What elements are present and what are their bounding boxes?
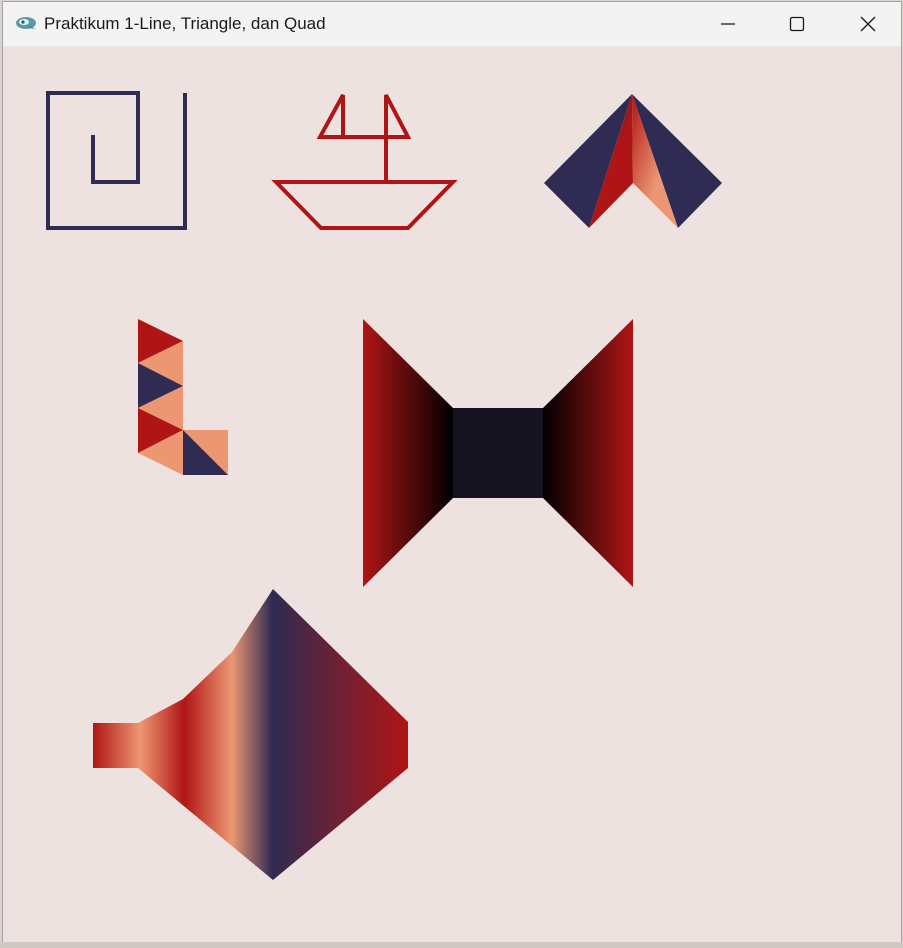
arrow-triangles [544, 94, 722, 228]
close-icon [860, 16, 876, 32]
title-bar[interactable]: Praktikum 1-Line, Triangle, dan Quad [3, 2, 901, 47]
maximize-button[interactable] [764, 2, 830, 46]
minimize-button[interactable] [695, 2, 761, 46]
bowtie-quads [363, 319, 633, 587]
funnel-quads [93, 589, 408, 880]
maximize-icon [789, 16, 805, 32]
boat-lines [271, 94, 458, 230]
window-title: Praktikum 1-Line, Triangle, dan Quad [44, 14, 326, 33]
l-triangles [138, 319, 228, 475]
render-canvas [3, 47, 901, 946]
bottom-edge [0, 942, 903, 948]
minimize-icon [721, 23, 735, 25]
spiral-lines [46, 91, 187, 230]
app-icon [15, 14, 37, 32]
close-button[interactable] [835, 2, 901, 46]
app-window: Praktikum 1-Line, Triangle, dan Quad [3, 2, 901, 946]
opengl-viewport [46, 91, 722, 880]
